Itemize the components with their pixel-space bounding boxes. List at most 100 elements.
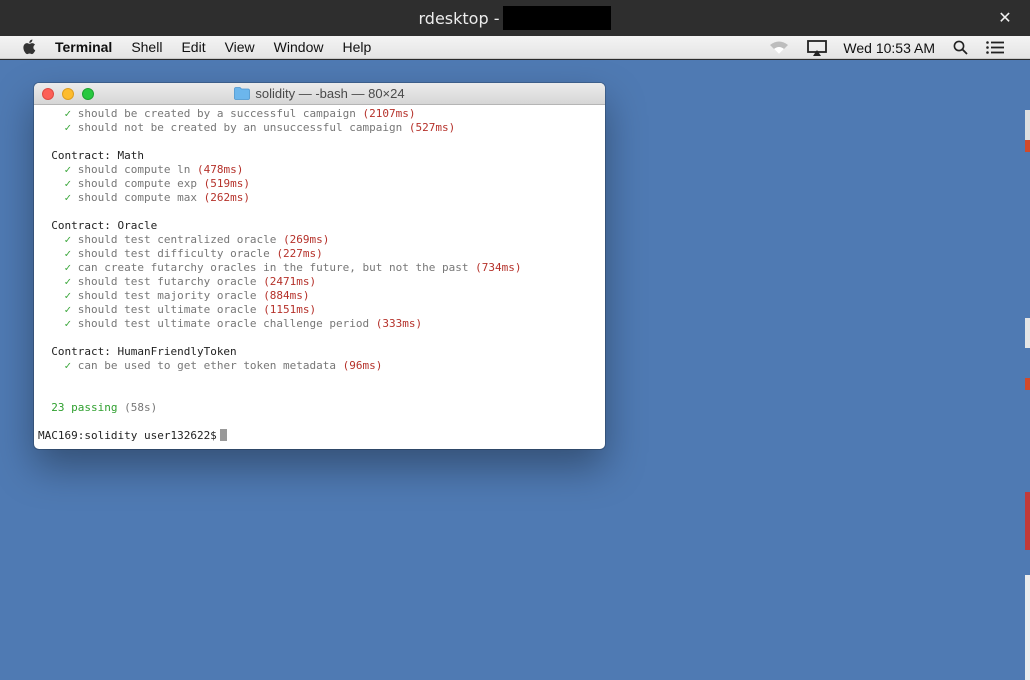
test-description: can be used to get ether token metadata (77, 359, 337, 372)
checkmark-icon: ✓ (64, 289, 72, 302)
rdesktop-titlebar: rdesktop - ✕ (0, 0, 1030, 36)
checkmark-icon: ✓ (64, 261, 72, 274)
test-result-line: ✓ should compute ln (478ms) (38, 163, 605, 177)
test-result-line: ✓ can be used to get ether token metadat… (38, 359, 605, 373)
test-duration: (333ms) (375, 317, 423, 330)
terminal-title: solidity — -bash — 80×24 (255, 86, 405, 101)
checkmark-icon: ✓ (64, 303, 72, 316)
test-duration: (96ms) (342, 359, 383, 372)
menu-window[interactable]: Window (274, 39, 324, 55)
shell-prompt: MAC169:solidity user132622$ (38, 429, 217, 442)
checkmark-icon: ✓ (64, 317, 72, 330)
test-description: should test futarchy oracle (77, 275, 257, 288)
notification-list-icon[interactable] (986, 41, 1004, 54)
test-description: should not be created by an unsuccessful… (77, 121, 403, 134)
rdesktop-title: rdesktop - (418, 8, 500, 28)
test-description: should test ultimate oracle challenge pe… (77, 317, 370, 330)
test-duration: (1151ms) (263, 303, 317, 316)
test-result-line: ✓ should test difficulty oracle (227ms) (38, 247, 605, 261)
terminal-output[interactable]: ✓ should be created by a successful camp… (34, 105, 605, 443)
wifi-icon[interactable] (769, 41, 789, 55)
test-description: should test majority oracle (77, 289, 257, 302)
checkmark-icon: ✓ (64, 247, 72, 260)
menu-help[interactable]: Help (342, 39, 371, 55)
test-description: should be created by a successful campai… (77, 107, 356, 120)
terminal-window[interactable]: solidity — -bash — 80×24 ✓ should be cre… (34, 83, 605, 449)
rdesktop-close-button[interactable]: ✕ (996, 9, 1014, 27)
test-duration: (478ms) (196, 163, 244, 176)
test-result-line: ✓ should test ultimate oracle challenge … (38, 317, 605, 331)
contract-header: Contract: HumanFriendlyToken (38, 345, 605, 359)
checkmark-icon: ✓ (64, 275, 72, 288)
total-duration: (58s) (124, 401, 158, 414)
menu-edit[interactable]: Edit (181, 39, 205, 55)
test-result-line: ✓ should compute max (262ms) (38, 191, 605, 205)
test-duration: (2471ms) (263, 275, 317, 288)
offscreen-window-edge (1025, 378, 1030, 390)
test-result-line: ✓ should test futarchy oracle (2471ms) (38, 275, 605, 289)
menu-shell[interactable]: Shell (131, 39, 162, 55)
test-result-line: ✓ should test majority oracle (884ms) (38, 289, 605, 303)
test-result-line: ✓ should not be created by an unsuccessf… (38, 121, 605, 135)
test-result-line: ✓ should test centralized oracle (269ms) (38, 233, 605, 247)
contract-header-text: Contract: HumanFriendlyToken (51, 345, 237, 358)
test-description: can create futarchy oracles in the futur… (77, 261, 469, 274)
test-duration: (884ms) (263, 289, 310, 302)
checkmark-icon: ✓ (64, 191, 72, 204)
checkmark-icon: ✓ (64, 121, 72, 134)
test-duration: (269ms) (283, 233, 330, 246)
test-description: should test centralized oracle (77, 233, 277, 246)
menu-view[interactable]: View (225, 39, 255, 55)
offscreen-window-edge (1025, 575, 1030, 680)
test-description: should test ultimate oracle (77, 303, 257, 316)
test-duration: (2107ms) (362, 107, 416, 120)
contract-header: Contract: Oracle (38, 219, 605, 233)
text-cursor (219, 429, 227, 441)
contract-header: Contract: Math (38, 149, 605, 163)
test-result-line: ✓ can create futarchy oracles in the fut… (38, 261, 605, 275)
offscreen-window-edge (1025, 140, 1030, 152)
minimize-window-button[interactable] (62, 88, 74, 100)
test-duration: (734ms) (475, 261, 522, 274)
menu-app-terminal[interactable]: Terminal (55, 39, 112, 55)
test-result-line: ✓ should compute exp (519ms) (38, 177, 605, 191)
shell-prompt-line[interactable]: MAC169:solidity user132622$ (38, 429, 605, 443)
test-result-line: ✓ should test ultimate oracle (1151ms) (38, 303, 605, 317)
folder-icon (234, 87, 251, 100)
terminal-titlebar[interactable]: solidity — -bash — 80×24 (34, 83, 605, 105)
test-description: should test difficulty oracle (77, 247, 270, 260)
checkmark-icon: ✓ (64, 177, 72, 190)
redacted-hostname (503, 6, 612, 30)
passing-summary: 23 passing (58s) (38, 401, 605, 415)
airplay-icon[interactable] (807, 39, 828, 56)
contract-header-text: Contract: Math (51, 149, 144, 162)
checkmark-icon: ✓ (64, 163, 72, 176)
test-duration: (527ms) (408, 121, 456, 134)
menubar-clock[interactable]: Wed 10:53 AM (843, 40, 935, 56)
offscreen-window-edge (1025, 318, 1030, 348)
offscreen-window-edge (1025, 110, 1030, 140)
offscreen-window-edge (1025, 492, 1030, 550)
mac-menubar: Terminal Shell Edit View Window Help Wed… (0, 36, 1030, 59)
test-duration: (227ms) (276, 247, 323, 260)
apple-icon[interactable] (22, 39, 36, 55)
test-description: should compute exp (77, 177, 197, 190)
test-description: should compute ln (77, 163, 191, 176)
zoom-window-button[interactable] (82, 88, 94, 100)
test-duration: (519ms) (203, 177, 250, 190)
checkmark-icon: ✓ (64, 359, 72, 372)
close-window-button[interactable] (42, 88, 54, 100)
test-duration: (262ms) (203, 191, 250, 204)
contract-header-text: Contract: Oracle (51, 219, 158, 232)
checkmark-icon: ✓ (64, 107, 72, 120)
search-icon[interactable] (953, 40, 968, 55)
passing-count: 23 passing (51, 401, 118, 414)
test-description: should compute max (77, 191, 197, 204)
test-result-line: ✓ should be created by a successful camp… (38, 107, 605, 121)
